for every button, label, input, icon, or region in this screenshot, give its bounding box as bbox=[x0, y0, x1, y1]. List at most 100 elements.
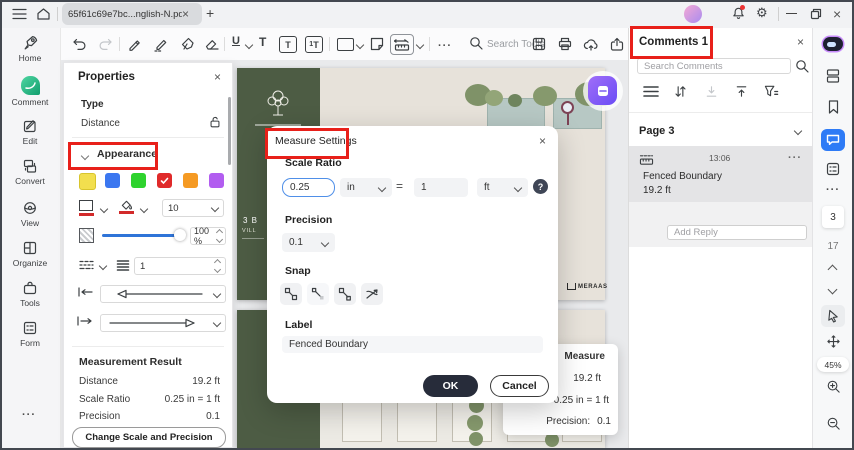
sidebar-more-icon[interactable]: ··· bbox=[22, 410, 36, 421]
pan-tool-icon[interactable] bbox=[813, 334, 853, 349]
properties-scrollbar[interactable] bbox=[228, 97, 231, 165]
bookmarks-panel-icon[interactable] bbox=[813, 99, 853, 115]
precision-select[interactable]: 0.1 bbox=[282, 233, 335, 252]
tab-close-icon[interactable]: × bbox=[182, 8, 189, 20]
line-start-select[interactable] bbox=[100, 285, 226, 303]
scale-from-unit-select[interactable]: in bbox=[340, 178, 392, 197]
text-tool-icon[interactable]: T bbox=[259, 35, 266, 49]
line-spacing-stepper[interactable]: 1 bbox=[134, 257, 226, 275]
add-reply-input[interactable] bbox=[667, 225, 807, 240]
comments-panel-icon-active[interactable] bbox=[813, 129, 853, 151]
scale-help-icon[interactable]: ? bbox=[533, 179, 548, 194]
scale-from-input[interactable] bbox=[282, 178, 335, 197]
swatch-yellow[interactable] bbox=[79, 173, 96, 190]
line-end-select[interactable] bbox=[100, 314, 226, 332]
ok-button[interactable]: OK bbox=[423, 375, 478, 397]
line-end-icon[interactable] bbox=[77, 315, 93, 327]
save-icon[interactable] bbox=[531, 36, 547, 52]
border-color-icon[interactable] bbox=[79, 200, 94, 216]
previous-page-chevron[interactable] bbox=[827, 264, 838, 275]
swatch-orange[interactable] bbox=[183, 173, 198, 188]
sidebar-item-convert[interactable]: Convert bbox=[0, 158, 60, 186]
sidebar-item-view[interactable]: View bbox=[0, 200, 60, 228]
zoom-out-icon[interactable] bbox=[813, 416, 853, 431]
dash-style-chevron[interactable] bbox=[98, 261, 108, 271]
sidebar-item-home[interactable]: Home bbox=[0, 34, 60, 63]
eraser-tool-icon[interactable] bbox=[204, 36, 220, 52]
measure-pin-head[interactable] bbox=[561, 101, 574, 114]
measure-dropdown-chevron[interactable] bbox=[415, 40, 425, 50]
pen-tool-icon[interactable] bbox=[179, 36, 195, 52]
cancel-button[interactable]: Cancel bbox=[490, 375, 549, 397]
window-close-icon[interactable]: × bbox=[833, 7, 841, 21]
comments-collapse-icon[interactable] bbox=[704, 84, 719, 99]
underline-dropdown-chevron[interactable] bbox=[244, 40, 254, 50]
opacity-slider-knob[interactable] bbox=[174, 229, 186, 241]
opacity-stepper-arrows[interactable] bbox=[215, 228, 224, 244]
page-group-header[interactable]: Page 3 bbox=[639, 125, 674, 137]
sticky-note-tool-icon[interactable] bbox=[369, 36, 385, 52]
zoom-level-indicator[interactable]: 45% bbox=[813, 357, 853, 372]
current-page-indicator[interactable]: 3 bbox=[813, 206, 853, 228]
swatch-green[interactable] bbox=[131, 173, 146, 188]
appearance-collapse-chevron[interactable] bbox=[80, 151, 90, 161]
underline-tool-icon[interactable]: U bbox=[232, 35, 240, 47]
new-tab-plus-icon[interactable]: + bbox=[206, 5, 214, 21]
print-icon[interactable] bbox=[557, 36, 573, 52]
opacity-icon[interactable] bbox=[79, 228, 94, 243]
notification-bell-icon[interactable] bbox=[731, 5, 746, 21]
snap-intersection-button[interactable] bbox=[361, 283, 383, 305]
shape-dropdown-chevron[interactable] bbox=[355, 40, 365, 50]
comments-search-icon[interactable] bbox=[795, 59, 809, 73]
comments-close-icon[interactable]: × bbox=[797, 36, 804, 48]
comments-expand-icon[interactable] bbox=[734, 84, 749, 99]
settings-gear-icon[interactable]: ⚙ bbox=[756, 6, 768, 19]
minimize-button[interactable] bbox=[786, 13, 797, 15]
line-start-icon[interactable] bbox=[77, 286, 93, 298]
home-icon[interactable] bbox=[36, 7, 51, 21]
sidebar-item-organize[interactable]: Organize bbox=[0, 240, 60, 268]
sidebar-item-tools[interactable]: Tools bbox=[0, 280, 60, 308]
snap-midpoint-button[interactable] bbox=[307, 283, 329, 305]
fill-color-chevron[interactable] bbox=[139, 204, 149, 214]
stroke-width-select[interactable]: 10 bbox=[162, 199, 224, 217]
search-comments-input[interactable] bbox=[637, 58, 791, 74]
dialog-close-icon[interactable]: × bbox=[539, 135, 546, 147]
comments-filter-icon[interactable] bbox=[764, 84, 779, 99]
text-box-tool-icon[interactable]: T bbox=[279, 36, 297, 53]
area-highlight-tool-icon[interactable] bbox=[153, 36, 169, 52]
hamburger-menu-icon[interactable] bbox=[12, 8, 27, 20]
scale-to-input[interactable] bbox=[414, 178, 468, 197]
snap-endpoint-button[interactable] bbox=[280, 283, 302, 305]
annotations-list-icon[interactable] bbox=[813, 161, 853, 177]
rail-more-icon[interactable]: ··· bbox=[813, 185, 853, 196]
swatch-red-selected[interactable] bbox=[157, 173, 172, 188]
line-spacing-arrows[interactable] bbox=[213, 258, 222, 274]
label-input[interactable] bbox=[282, 336, 543, 353]
ai-robot-icon[interactable] bbox=[813, 37, 853, 51]
border-color-chevron[interactable] bbox=[99, 204, 109, 214]
highlight-tool-icon[interactable] bbox=[127, 36, 143, 52]
opacity-slider-track[interactable] bbox=[102, 234, 180, 237]
next-page-chevron[interactable] bbox=[827, 284, 838, 295]
unlock-icon[interactable] bbox=[208, 115, 222, 129]
ai-assistant-button[interactable] bbox=[588, 76, 617, 105]
comments-sort-icon[interactable] bbox=[673, 84, 688, 99]
properties-close-icon[interactable]: × bbox=[214, 71, 221, 83]
comments-list-view-icon[interactable] bbox=[643, 85, 659, 98]
toolbar-more-icon[interactable]: ··· bbox=[438, 41, 452, 52]
appearance-header[interactable]: Appearance bbox=[97, 148, 157, 160]
undo-icon[interactable] bbox=[72, 36, 88, 52]
search-tools-icon[interactable] bbox=[469, 36, 483, 50]
measure-tool-icon-selected[interactable] bbox=[390, 34, 414, 55]
swatch-purple[interactable] bbox=[209, 173, 224, 188]
line-layers-icon[interactable] bbox=[116, 259, 130, 271]
change-scale-button[interactable]: Change Scale and Precision bbox=[72, 427, 226, 448]
sidebar-item-edit[interactable]: Edit bbox=[0, 118, 60, 146]
document-tab[interactable]: 65f61c69e7bc...nglish-N.pdf * × bbox=[62, 3, 202, 25]
avatar[interactable] bbox=[684, 5, 702, 23]
dash-style-icon[interactable] bbox=[79, 259, 94, 271]
sidebar-item-comment[interactable]: Comment bbox=[0, 76, 60, 107]
upload-cloud-icon[interactable] bbox=[583, 36, 599, 52]
swatch-blue[interactable] bbox=[105, 173, 120, 188]
